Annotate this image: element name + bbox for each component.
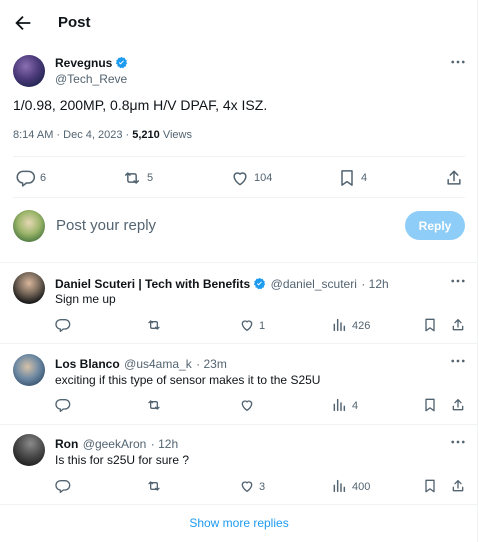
repost-icon[interactable] [146, 478, 162, 494]
comment-icon[interactable] [55, 317, 71, 333]
more-icon[interactable] [449, 433, 467, 451]
reply-header: Ron @geekAron · 12h [55, 435, 178, 453]
like-icon[interactable] [239, 317, 255, 333]
post-text: 1/0.98, 200MP, 0.8μm H/V DPAF, 4x ISZ. [13, 97, 268, 113]
reply-author-handle[interactable]: @us4ama_k [124, 357, 192, 371]
share-icon[interactable] [450, 397, 466, 413]
bookmark-icon[interactable] [337, 168, 357, 188]
reply-text: Is this for s25U for sure ? [55, 453, 190, 467]
comment-icon[interactable] [16, 168, 36, 188]
reply-author-handle[interactable]: @geekAron [83, 437, 147, 451]
views-icon[interactable] [331, 317, 347, 333]
reply-author-handle[interactable]: @daniel_scuteri [271, 277, 357, 291]
post-meta: 8:14 AM · Dec 4, 2023 · 5,210 Views [13, 129, 192, 141]
bookmark-count: 4 [361, 172, 368, 184]
like-count: 3 [259, 481, 266, 493]
post-author: Revegnus @Tech_Reve [55, 55, 128, 87]
verified-badge-icon [254, 277, 266, 290]
post-timestamp[interactable]: 8:14 AM · Dec 4, 2023 · [13, 129, 132, 141]
reply-time[interactable]: · 23m [196, 357, 227, 371]
reply-author-name[interactable]: Los Blanco [55, 357, 120, 371]
like-count: 104 [254, 172, 273, 184]
views-count: 4 [352, 400, 359, 412]
author-handle[interactable]: @Tech_Reve [55, 72, 127, 86]
repost-icon[interactable] [146, 317, 162, 333]
like-icon[interactable] [239, 478, 255, 494]
reply-text: Sign me up [55, 292, 116, 306]
reply-time[interactable]: · 12h [361, 277, 388, 291]
reply-header: Los Blanco @us4ama_k · 23m [55, 355, 227, 373]
reply-input[interactable]: Post your reply [56, 217, 156, 234]
views-icon[interactable] [331, 397, 347, 413]
comment-icon[interactable] [55, 397, 71, 413]
divider [0, 504, 478, 505]
avatar[interactable] [13, 272, 45, 304]
repost-count: 5 [147, 172, 154, 184]
views-icon[interactable] [331, 478, 347, 494]
author-name[interactable]: Revegnus [55, 56, 112, 70]
avatar[interactable] [13, 354, 45, 386]
divider [13, 156, 465, 157]
share-icon[interactable] [444, 168, 464, 188]
share-icon[interactable] [450, 478, 466, 494]
reply-time[interactable]: · 12h [151, 437, 178, 451]
bookmark-icon[interactable] [422, 317, 438, 333]
views-count: 426 [352, 320, 371, 332]
header: Post [0, 0, 478, 46]
reply-button[interactable]: Reply [405, 211, 465, 240]
more-icon[interactable] [449, 272, 467, 290]
avatar [13, 210, 45, 242]
like-icon[interactable] [230, 168, 250, 188]
bookmark-icon[interactable] [422, 478, 438, 494]
like-icon[interactable] [239, 397, 255, 413]
post-page: Post Revegnus @Tech_Reve 1/0.98, 200MP, … [0, 0, 478, 542]
views-label: Views [159, 129, 192, 141]
divider [13, 197, 465, 198]
reply-text: exciting if this type of sensor makes it… [55, 373, 321, 387]
more-icon[interactable] [449, 352, 467, 370]
verified-badge-icon [116, 56, 128, 69]
views-count: 400 [352, 481, 371, 493]
divider [0, 424, 478, 425]
avatar[interactable] [13, 55, 45, 87]
more-icon[interactable] [449, 53, 467, 71]
reply-author-name[interactable]: Ron [55, 437, 78, 451]
back-arrow-icon[interactable] [12, 12, 34, 34]
page-title: Post [58, 14, 91, 31]
show-more-replies-link[interactable]: Show more replies [0, 516, 478, 530]
comment-icon[interactable] [55, 478, 71, 494]
repost-icon[interactable] [122, 168, 142, 188]
bookmark-icon[interactable] [422, 397, 438, 413]
avatar[interactable] [13, 434, 45, 466]
reply-author-name[interactable]: Daniel Scuteri | Tech with Benefits [55, 277, 250, 291]
reply-header: Daniel Scuteri | Tech with Benefits @dan… [55, 275, 389, 293]
views-count: 5,210 [132, 129, 160, 141]
divider [0, 262, 478, 263]
share-icon[interactable] [450, 317, 466, 333]
repost-icon[interactable] [146, 397, 162, 413]
reply-count: 6 [40, 172, 47, 184]
divider [0, 343, 478, 344]
like-count: 1 [259, 320, 266, 332]
